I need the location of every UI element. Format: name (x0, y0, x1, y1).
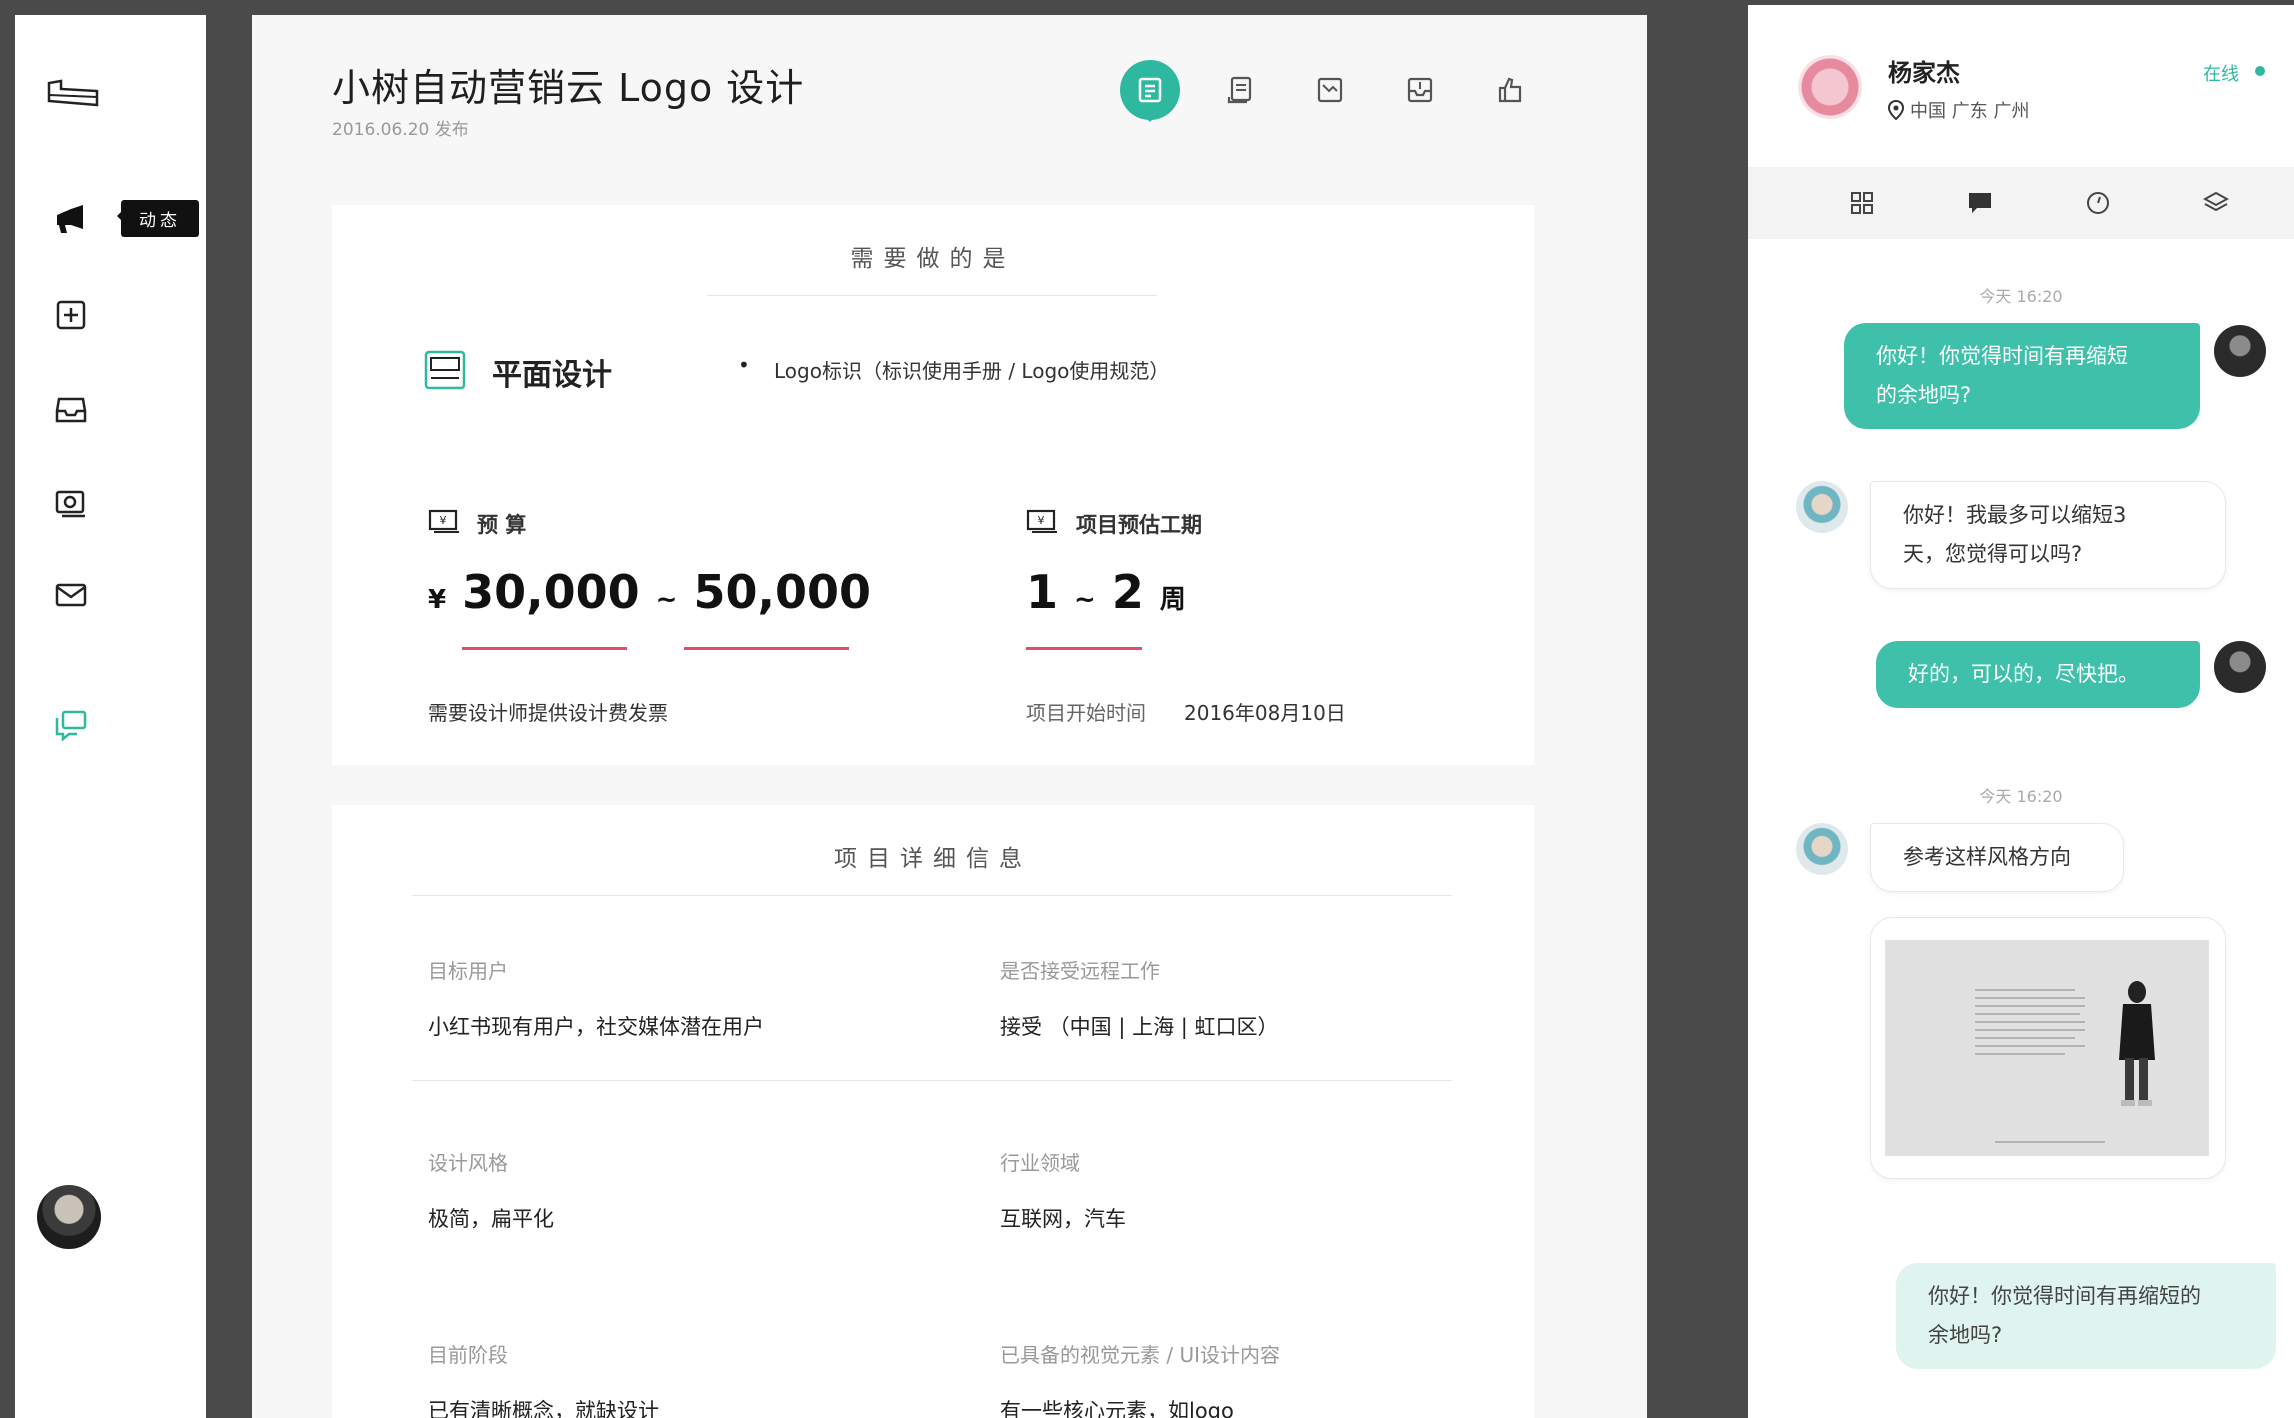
details-tab-button[interactable] (1120, 60, 1180, 122)
detail-value: 小红书现有用户，社交媒体潜在用户 (428, 1015, 764, 1039)
section-title: 项目详细信息 (834, 846, 1032, 872)
detail-value: 互联网，汽车 (1000, 1207, 1126, 1231)
message-timestamp: 今天 16:20 (1979, 287, 2063, 306)
online-dot (2255, 66, 2265, 76)
divider (707, 295, 1157, 296)
image-attachment[interactable] (1870, 917, 2226, 1179)
image-button[interactable] (1300, 60, 1360, 120)
my-avatar (2214, 641, 2266, 693)
detail-value: 接受 （中国 | 上海 | 虹口区） (1000, 1015, 1279, 1039)
contact-location: 中国 广东 广州 (1910, 101, 2030, 122)
inbox-icon[interactable] (51, 390, 91, 430)
scroll-icon (1227, 76, 1252, 104)
megaphone-icon[interactable] (51, 199, 91, 239)
tray-icon (1407, 77, 1433, 103)
detail-label: 目标用户 (428, 959, 508, 983)
money-icon: ¥ (428, 507, 460, 537)
requirement-card: 需要做的是 平面设计 Logo标识（标识使用手册 / Logo使用规范） ¥ 预… (332, 205, 1534, 765)
portfolio-icon[interactable] (51, 483, 91, 523)
detail-value: 极简，扁平化 (428, 1207, 554, 1231)
tooltip-activity: 动态 (117, 200, 199, 237)
chat-message-mine[interactable]: 好的，可以的，尽快把。 (1876, 641, 2200, 708)
picture-icon (1317, 77, 1343, 103)
section-title: 需要做的是 (850, 246, 1016, 272)
start-time-value: 2016年08月10日 (1184, 701, 1346, 725)
requirement-item: Logo标识（标识使用手册 / Logo使用规范） (738, 353, 1169, 384)
duration-underline (1026, 647, 1142, 650)
svg-text:¥: ¥ (1038, 514, 1045, 527)
like-button[interactable] (1480, 60, 1540, 120)
publish-date: 2016.06.20 发布 (332, 120, 469, 140)
detail-label: 目前阶段 (428, 1343, 508, 1367)
add-project-icon[interactable] (51, 295, 91, 335)
clock-icon[interactable] (2080, 185, 2116, 221)
contact-name: 杨家杰 (1888, 59, 1960, 87)
calendar-icon: ¥ (1026, 507, 1058, 537)
detail-label: 是否接受远程工作 (1000, 959, 1160, 983)
divider (412, 1080, 1452, 1081)
chat-message-mine[interactable]: 你好！你觉得时间有再缩短的 余地吗? (1896, 1263, 2276, 1369)
start-time-label: 项目开始时间 (1026, 701, 1146, 725)
budget-max-underline (684, 647, 849, 650)
archive-button[interactable] (1390, 60, 1450, 120)
grid-icon[interactable] (1844, 185, 1880, 221)
chat-tabs (1748, 167, 2294, 239)
detail-label: 设计风格 (428, 1151, 508, 1175)
message-timestamp: 今天 16:20 (1979, 787, 2063, 806)
detail-label: 行业领域 (1000, 1151, 1080, 1175)
online-status: 在线 (2203, 64, 2239, 85)
detail-value: 有一些核心元素，如logo (1000, 1399, 1234, 1418)
budget-min-underline (462, 647, 627, 650)
chat-message-theirs[interactable]: 参考这样风格方向 (1870, 823, 2124, 892)
contract-button[interactable] (1210, 60, 1270, 120)
design-icon (424, 350, 466, 394)
contact-avatar-small (1796, 823, 1848, 875)
budget-label: 预 算 (477, 513, 527, 537)
location-pin-icon (1887, 99, 1905, 124)
project-detail-panel: 小树自动营销云 Logo 设计 2016.06.20 发布 需要做的是 平面设计… (252, 15, 1647, 1418)
project-details-card: 项目详细信息 目标用户 小红书现有用户，社交媒体潜在用户 是否接受远程工作 接受… (332, 805, 1534, 1418)
message-icon[interactable] (1962, 185, 1998, 221)
my-avatar (2214, 325, 2266, 377)
thumbs-up-icon (1498, 77, 1522, 103)
chat-panel: 杨家杰 中国 广东 广州 在线 今天 16:20 你好！你觉得时间有再缩短 的余… (1748, 5, 2294, 1418)
duration-label: 项目预估工期 (1076, 513, 1202, 537)
layers-icon[interactable] (2198, 185, 2234, 221)
budget-range: ¥ 30,000 ~ 50,000 (428, 565, 871, 619)
duration-range: 1 ~ 2 周 (1026, 565, 1186, 619)
divider (412, 895, 1452, 896)
logo-icon[interactable] (43, 73, 103, 113)
invoice-note: 需要设计师提供设计费发票 (428, 701, 668, 725)
design-category: 平面设计 (492, 358, 612, 393)
left-sidebar: 动态 (15, 15, 206, 1418)
user-avatar[interactable] (37, 1185, 101, 1249)
contact-avatar-small (1796, 481, 1848, 533)
document-icon (1138, 77, 1162, 103)
detail-value: 已有清晰概念，就缺设计 (428, 1399, 659, 1418)
detail-label: 已具备的视觉元素 / UI设计内容 (1000, 1343, 1280, 1367)
mail-icon[interactable] (51, 575, 91, 615)
chat-header: 杨家杰 中国 广东 广州 在线 (1748, 5, 2294, 165)
chat-icon[interactable] (51, 705, 91, 745)
project-toolbar (1120, 60, 1540, 122)
project-title: 小树自动营销云 Logo 设计 (332, 66, 805, 110)
svg-text:¥: ¥ (440, 514, 447, 527)
chat-message-theirs[interactable]: 你好！我最多可以缩短3 天，您觉得可以吗? (1870, 481, 2226, 589)
chat-message-mine[interactable]: 你好！你觉得时间有再缩短 的余地吗? (1844, 323, 2200, 429)
reference-image[interactable] (1885, 940, 2209, 1156)
contact-avatar[interactable] (1798, 55, 1862, 119)
